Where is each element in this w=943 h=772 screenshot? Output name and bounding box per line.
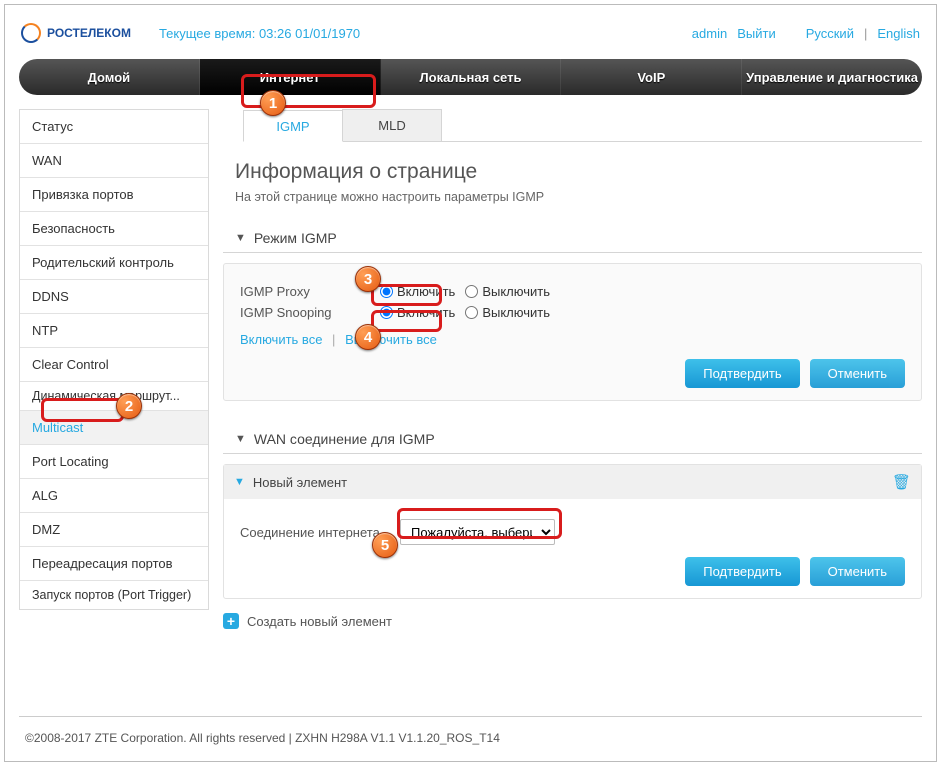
- section-wan-igmp[interactable]: ▼ WAN соединение для IGMP: [223, 421, 922, 454]
- sidebar-item-alg[interactable]: ALG: [20, 479, 208, 513]
- delete-icon[interactable]: 🗑: [892, 473, 911, 491]
- wan-confirm-button[interactable]: Подтвердить: [685, 557, 799, 586]
- radio-igmp-snooping-on[interactable]: Включить: [380, 305, 455, 320]
- subtab-igmp[interactable]: IGMP: [243, 110, 343, 142]
- logo-mark-icon: [21, 23, 41, 43]
- sidebar-item-portlocating[interactable]: Port Locating: [20, 445, 208, 479]
- tab-internet[interactable]: Интернет: [200, 59, 381, 95]
- tab-management[interactable]: Управление и диагностика: [742, 59, 922, 95]
- enable-all-link[interactable]: Включить все: [240, 332, 322, 347]
- radio-igmp-proxy-off[interactable]: Выключить: [465, 284, 550, 299]
- internet-connection-select[interactable]: Пожалуйста, выбери: [400, 519, 555, 545]
- sidebar-item-dmz[interactable]: DMZ: [20, 513, 208, 547]
- sidebar-item-ntp[interactable]: NTP: [20, 314, 208, 348]
- expand-icon: ▼: [234, 476, 245, 488]
- sidebar-item-port-binding[interactable]: Привязка портов: [20, 178, 208, 212]
- sidebar: Статус WAN Привязка портов Безопасность …: [19, 109, 209, 610]
- page-desc: На этой странице можно настроить парамет…: [235, 190, 922, 204]
- sidebar-item-routing[interactable]: Динамическая маршрут...: [20, 382, 208, 411]
- radio-igmp-proxy-on[interactable]: Включить: [380, 284, 455, 299]
- sidebar-item-wan[interactable]: WAN: [20, 144, 208, 178]
- subtabs: IGMP MLD: [243, 109, 922, 142]
- tab-lan[interactable]: Локальная сеть: [381, 59, 562, 95]
- tab-voip[interactable]: VoIP: [561, 59, 742, 95]
- sidebar-item-ddns[interactable]: DDNS: [20, 280, 208, 314]
- sidebar-item-clearcontrol[interactable]: Clear Control: [20, 348, 208, 382]
- create-new-item[interactable]: + Создать новый элемент: [223, 613, 922, 629]
- logout-link[interactable]: Выйти: [737, 26, 776, 41]
- tab-home[interactable]: Домой: [19, 59, 200, 95]
- sidebar-item-portforward[interactable]: Переадресация портов: [20, 547, 208, 581]
- brand-text: РОСТЕЛЕКОМ: [47, 26, 131, 40]
- collapse-icon: ▼: [235, 433, 246, 445]
- label-igmp-snooping: IGMP Snooping: [240, 305, 380, 320]
- label-internet-connection: Соединение интернета: [240, 525, 400, 540]
- collapse-icon: ▼: [235, 232, 246, 244]
- sidebar-item-security[interactable]: Безопасность: [20, 212, 208, 246]
- footer-text: ©2008-2017 ZTE Corporation. All rights r…: [19, 716, 922, 751]
- igmp-cancel-button[interactable]: Отменить: [810, 359, 905, 388]
- panel-igmp-mode: IGMP Proxy Включить Выключить IGMP Snoop…: [223, 263, 922, 401]
- panel-new-item: ▼ Новый элемент 🗑 Соединение интернета П…: [223, 464, 922, 599]
- user-link[interactable]: admin: [692, 26, 727, 41]
- sidebar-item-porttrigger[interactable]: Запуск портов (Port Trigger): [20, 581, 208, 609]
- current-time: Текущее время: 03:26 01/01/1970: [159, 26, 360, 41]
- plus-icon: +: [223, 613, 239, 629]
- radio-igmp-snooping-off[interactable]: Выключить: [465, 305, 550, 320]
- disable-all-link[interactable]: Выключить все: [345, 332, 437, 347]
- lang-ru[interactable]: Русский: [806, 26, 854, 41]
- page-title: Информация о странице: [235, 160, 922, 184]
- sidebar-item-status[interactable]: Статус: [20, 110, 208, 144]
- sidebar-item-parental[interactable]: Родительский контроль: [20, 246, 208, 280]
- brand-logo: РОСТЕЛЕКОМ: [21, 23, 131, 43]
- wan-cancel-button[interactable]: Отменить: [810, 557, 905, 586]
- label-igmp-proxy: IGMP Proxy: [240, 284, 380, 299]
- subtab-mld[interactable]: MLD: [342, 109, 442, 141]
- main-nav: Домой Интернет Локальная сеть VoIP Управ…: [19, 59, 922, 95]
- lang-en[interactable]: English: [877, 26, 920, 41]
- sidebar-item-multicast[interactable]: Multicast: [20, 411, 208, 445]
- new-item-label: Новый элемент: [253, 475, 347, 490]
- section-igmp-mode[interactable]: ▼ Режим IGMP: [223, 220, 922, 253]
- igmp-confirm-button[interactable]: Подтвердить: [685, 359, 799, 388]
